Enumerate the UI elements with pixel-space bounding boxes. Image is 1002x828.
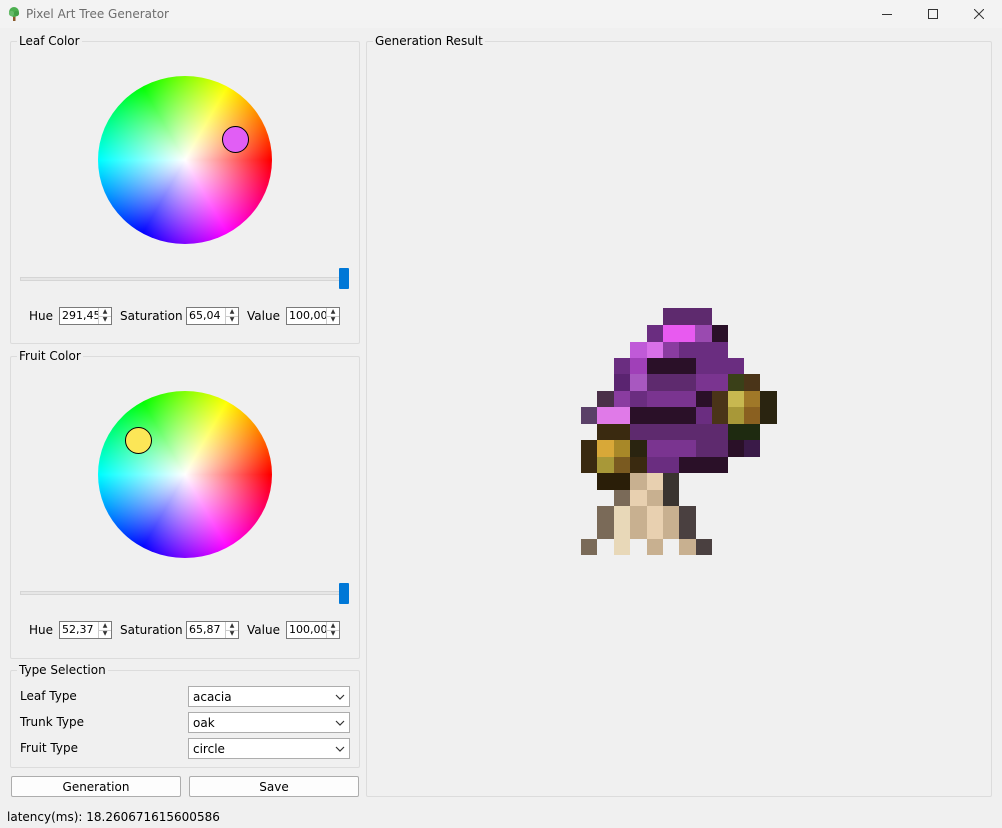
fruit-value-label: Value	[247, 623, 280, 637]
generation-result-label: Generation Result	[375, 34, 483, 48]
fruit-hue-value[interactable]: 52,37	[60, 622, 98, 638]
save-button[interactable]: Save	[189, 776, 359, 797]
fruit-color-label: Fruit Color	[19, 349, 81, 363]
spin-up-icon[interactable]: ▲	[327, 622, 339, 630]
leaf-type-value: acacia	[193, 690, 232, 704]
spin-down-icon[interactable]: ▼	[327, 315, 339, 325]
leaf-color-label: Leaf Color	[19, 34, 80, 48]
spin-down-icon[interactable]: ▼	[226, 315, 238, 325]
latency-status: latency(ms): 18.260671615600586	[7, 810, 220, 824]
leaf-saturation-label: Saturation	[120, 309, 183, 323]
maximize-button[interactable]	[910, 0, 956, 28]
chevron-down-icon	[335, 694, 345, 700]
fruit-value-slider-thumb[interactable]	[339, 583, 349, 604]
fruit-type-label: Fruit Type	[20, 741, 78, 755]
fruit-type-select[interactable]: circle	[188, 738, 350, 759]
maximize-icon	[928, 9, 938, 19]
fruit-hue-label: Hue	[29, 623, 54, 637]
trunk-type-label: Trunk Type	[20, 715, 85, 729]
spin-up-icon[interactable]: ▲	[327, 308, 339, 316]
generated-tree-image	[581, 308, 777, 555]
fruit-color-marker[interactable]	[125, 427, 152, 454]
spin-up-icon[interactable]: ▲	[226, 308, 238, 316]
minimize-button[interactable]	[864, 0, 910, 28]
spin-down-icon[interactable]: ▼	[99, 315, 111, 325]
generation-button[interactable]: Generation	[11, 776, 181, 797]
spin-up-icon[interactable]: ▲	[99, 308, 111, 316]
fruit-saturation-input[interactable]: 65,87 ▲ ▼	[186, 621, 239, 639]
leaf-value-input[interactable]: 100,00 ▲ ▼	[286, 307, 340, 325]
fruit-value-slider-track[interactable]	[20, 591, 348, 595]
leaf-type-label: Leaf Type	[20, 689, 77, 703]
fruit-saturation-label: Saturation	[120, 623, 183, 637]
leaf-value-label: Value	[247, 309, 280, 323]
title-bar: Pixel Art Tree Generator	[0, 0, 1002, 28]
chevron-down-icon	[335, 720, 345, 726]
fruit-color-wheel[interactable]	[98, 391, 272, 558]
fruit-type-value: circle	[193, 742, 225, 756]
close-button[interactable]	[956, 0, 1002, 28]
spin-down-icon[interactable]: ▼	[327, 629, 339, 639]
leaf-color-marker[interactable]	[222, 126, 249, 153]
fruit-saturation-value[interactable]: 65,87	[187, 622, 225, 638]
leaf-hue-input[interactable]: 291,45 ▲ ▼	[59, 307, 112, 325]
close-icon	[974, 9, 984, 19]
window-title: Pixel Art Tree Generator	[26, 7, 169, 21]
spin-down-icon[interactable]: ▼	[99, 629, 111, 639]
leaf-color-wheel[interactable]	[98, 76, 272, 244]
spin-up-icon[interactable]: ▲	[226, 622, 238, 630]
trunk-type-value: oak	[193, 716, 215, 730]
chevron-down-icon	[335, 746, 345, 752]
leaf-hue-value[interactable]: 291,45	[60, 308, 98, 324]
leaf-value-value[interactable]: 100,00	[287, 308, 326, 324]
spin-down-icon[interactable]: ▼	[226, 629, 238, 639]
fruit-hue-input[interactable]: 52,37 ▲ ▼	[59, 621, 112, 639]
fruit-value-value[interactable]: 100,00	[287, 622, 326, 638]
spin-up-icon[interactable]: ▲	[99, 622, 111, 630]
type-selection-label: Type Selection	[19, 663, 106, 677]
leaf-value-slider-thumb[interactable]	[339, 268, 349, 289]
leaf-saturation-value[interactable]: 65,04	[187, 308, 225, 324]
trunk-type-select[interactable]: oak	[188, 712, 350, 733]
leaf-saturation-input[interactable]: 65,04 ▲ ▼	[186, 307, 239, 325]
leaf-type-select[interactable]: acacia	[188, 686, 350, 707]
leaf-hue-label: Hue	[29, 309, 54, 323]
leaf-value-slider-track[interactable]	[20, 277, 348, 281]
tree-icon	[8, 7, 20, 21]
minimize-icon	[882, 14, 892, 15]
fruit-value-input[interactable]: 100,00 ▲ ▼	[286, 621, 340, 639]
